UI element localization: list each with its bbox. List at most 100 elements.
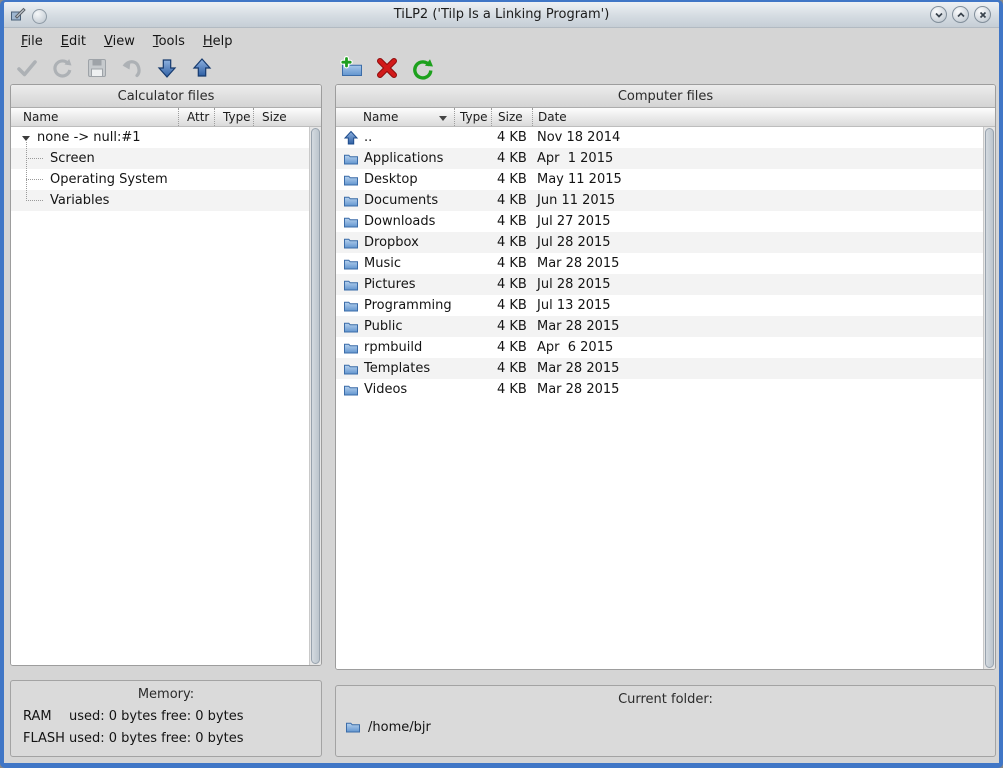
file-row[interactable]: Dropbox 4 KB Jul 28 2015 [336, 232, 995, 253]
tree-item[interactable]: Operating System [11, 169, 321, 190]
file-row[interactable]: Desktop 4 KB May 11 2015 [336, 169, 995, 190]
menu-item-view[interactable]: View [95, 32, 144, 51]
folder-icon [343, 235, 359, 251]
column-header-type[interactable]: Type [454, 108, 491, 126]
file-date: May 11 2015 [532, 172, 995, 187]
file-date: Jul 27 2015 [532, 214, 995, 229]
refresh-button[interactable] [407, 54, 437, 82]
flash-value: used: 0 bytes free: 0 bytes [69, 731, 243, 746]
file-name: Documents [364, 193, 438, 208]
file-row[interactable]: Programming 4 KB Jul 13 2015 [336, 295, 995, 316]
receive-files-button[interactable] [152, 54, 182, 82]
menu-item-help[interactable]: Help [194, 32, 242, 51]
file-size: 4 KB [491, 277, 532, 292]
file-date: Mar 28 2015 [532, 319, 995, 334]
column-header-name[interactable]: Name [336, 108, 454, 126]
folder-icon [343, 340, 359, 356]
computer-files-header: Name Type Size Date [336, 108, 995, 127]
memory-flash-row: FLASH used: 0 bytes free: 0 bytes [23, 731, 321, 746]
menu-item-edit[interactable]: Edit [52, 32, 95, 51]
file-name: Downloads [364, 214, 435, 229]
maximize-button[interactable] [952, 6, 969, 23]
folder-icon [343, 256, 359, 272]
chevron-up-icon [956, 10, 966, 20]
file-row[interactable]: rpmbuild 4 KB Apr 6 2015 [336, 337, 995, 358]
file-row[interactable]: Downloads 4 KB Jul 27 2015 [336, 211, 995, 232]
send-files-button[interactable] [187, 54, 217, 82]
folder-icon [343, 298, 359, 314]
new-folder-button[interactable] [337, 54, 367, 82]
file-name: Music [364, 256, 401, 271]
save-icon [85, 56, 109, 80]
file-size: 4 KB [491, 193, 532, 208]
menu-item-tools[interactable]: Tools [144, 32, 194, 51]
folder-icon [345, 719, 361, 735]
refresh-green-icon [410, 56, 434, 80]
file-date: Mar 28 2015 [532, 382, 995, 397]
file-date: Jun 11 2015 [532, 193, 995, 208]
memory-panel: Memory: RAM used: 0 bytes free: 0 bytes … [10, 680, 322, 757]
column-header-size[interactable]: Size [253, 108, 321, 126]
menu-bar: FileEditViewToolsHelp [4, 29, 999, 53]
file-name: Public [364, 319, 402, 334]
file-name: Videos [364, 382, 407, 397]
file-date: Jul 28 2015 [532, 277, 995, 292]
save-button[interactable] [82, 54, 112, 82]
file-row[interactable]: Music 4 KB Mar 28 2015 [336, 253, 995, 274]
column-header-attr[interactable]: Attr [178, 108, 214, 126]
scrollbar-thumb[interactable] [985, 128, 994, 668]
column-header-size[interactable]: Size [491, 108, 532, 126]
column-header-name[interactable]: Name [11, 108, 178, 126]
column-header-type[interactable]: Type [214, 108, 253, 126]
minimize-button[interactable] [930, 6, 947, 23]
folder-icon [343, 172, 359, 188]
file-date: Apr 1 2015 [532, 151, 995, 166]
folder-icon [343, 151, 359, 167]
validate-button[interactable] [12, 54, 42, 82]
file-size: 4 KB [491, 172, 532, 187]
tree-root-label: none -> null:#1 [37, 130, 141, 145]
tree-item-label: Screen [50, 151, 95, 166]
expander-icon[interactable] [22, 136, 30, 141]
ram-value: used: 0 bytes free: 0 bytes [69, 709, 243, 724]
folder-icon [343, 319, 359, 335]
delete-button[interactable] [372, 54, 402, 82]
file-row[interactable]: Templates 4 KB Mar 28 2015 [336, 358, 995, 379]
file-name: rpmbuild [364, 340, 422, 355]
column-header-date[interactable]: Date [532, 108, 995, 126]
file-row[interactable]: .. 4 KB Nov 18 2014 [336, 127, 995, 148]
app-window: TiLP2 ('Tilp Is a Linking Program') File… [0, 0, 1003, 768]
tree-item[interactable]: Variables [11, 190, 321, 211]
upload-arrow-icon [191, 57, 213, 79]
file-size: 4 KB [491, 382, 532, 397]
file-row[interactable]: Public 4 KB Mar 28 2015 [336, 316, 995, 337]
refresh-icon [50, 56, 74, 80]
check-icon [15, 56, 39, 80]
undo-button[interactable] [117, 54, 147, 82]
file-size: 4 KB [491, 256, 532, 271]
folder-icon [343, 193, 359, 209]
file-size: 4 KB [491, 319, 532, 334]
menu-item-file[interactable]: File [12, 32, 52, 51]
folder-icon [343, 277, 359, 293]
file-row[interactable]: Videos 4 KB Mar 28 2015 [336, 379, 995, 400]
undo-icon [120, 56, 144, 80]
file-name: Dropbox [364, 235, 419, 250]
calculator-files-header: Name Attr Type Size [11, 108, 321, 127]
calculator-files-scrollbar[interactable] [309, 127, 321, 665]
file-row[interactable]: Pictures 4 KB Jul 28 2015 [336, 274, 995, 295]
refresh-disabled-button[interactable] [47, 54, 77, 82]
file-size: 4 KB [491, 298, 532, 313]
folder-icon [343, 361, 359, 377]
file-name: .. [364, 130, 372, 145]
file-row[interactable]: Documents 4 KB Jun 11 2015 [336, 190, 995, 211]
tree-item[interactable]: Screen [11, 148, 321, 169]
titlebar[interactable]: TiLP2 ('Tilp Is a Linking Program') [4, 2, 999, 28]
file-size: 4 KB [491, 151, 532, 166]
sort-indicator-icon [439, 116, 447, 125]
scrollbar-thumb[interactable] [311, 128, 320, 664]
tree-item-root[interactable]: none -> null:#1 [11, 127, 321, 148]
file-row[interactable]: Applications 4 KB Apr 1 2015 [336, 148, 995, 169]
close-button[interactable] [974, 6, 991, 23]
computer-files-scrollbar[interactable] [983, 127, 995, 669]
